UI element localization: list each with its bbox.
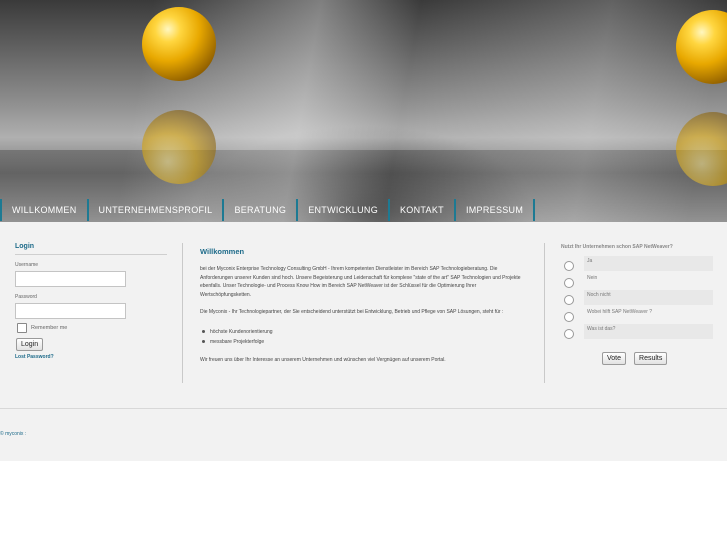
header-banner: WILLKOMMEN UNTERNEHMENSPROFIL BERATUNG E…: [0, 0, 727, 222]
partner-paragraph: Die Myconix - Ihr Technologiepartner, de…: [200, 309, 504, 315]
page-title: Willkommen: [200, 247, 245, 256]
main-nav: WILLKOMMEN UNTERNEHMENSPROFIL BERATUNG E…: [0, 199, 536, 221]
poll-radio[interactable]: [564, 261, 574, 271]
login-button[interactable]: Login: [16, 338, 44, 351]
gold-sphere-left-reflection: [142, 110, 216, 184]
vote-button[interactable]: Vote: [602, 352, 627, 365]
poll-question: Nutzt Ihr Unternehmen schon SAP NetWeave…: [561, 244, 673, 250]
main-content: Willkommen bei der Myconix Enterprise Te…: [200, 247, 525, 364]
nav-item-willkommen[interactable]: WILLKOMMEN: [0, 199, 87, 221]
nav-item-entwicklung[interactable]: ENTWICKLUNG: [296, 199, 388, 221]
remember-me-row: Remember me: [15, 323, 167, 333]
remember-me-label: Remember me: [31, 325, 68, 331]
username-label: Username: [15, 262, 39, 268]
poll-radio[interactable]: [564, 329, 574, 339]
remember-me-checkbox[interactable]: [17, 323, 27, 333]
lost-password-link[interactable]: Lost Password?: [15, 354, 167, 360]
column-divider-left: [182, 243, 183, 383]
nav-item-beratung[interactable]: BERATUNG: [222, 199, 296, 221]
poll-option-label: Ja: [584, 256, 713, 271]
poll-option-label: Was ist das?: [584, 324, 713, 339]
closing-paragraph: Wir freuen uns über Ihr Interesse an uns…: [200, 356, 446, 363]
poll-option-label: Noch nicht: [584, 290, 713, 305]
list-item: messbare Projekterfolge: [200, 337, 525, 347]
poll-option[interactable]: Noch nicht: [561, 290, 713, 306]
nav-item-kontakt[interactable]: KONTAKT: [388, 199, 454, 221]
password-label: Password: [15, 294, 37, 300]
nav-item-impressum[interactable]: IMPRESSUM: [453, 199, 536, 221]
nav-item-unternehmensprofil[interactable]: UNTERNEHMENSPROFIL: [86, 199, 223, 221]
login-panel: Login Username Password Remember me Logi…: [15, 243, 167, 360]
gold-sphere-left: [142, 7, 216, 81]
poll-option[interactable]: Wobei hilft SAP NetWeaver ?: [561, 307, 713, 323]
poll-option[interactable]: Ja: [561, 256, 713, 272]
poll-radio[interactable]: [564, 312, 574, 322]
username-input[interactable]: [15, 271, 126, 287]
page: WILLKOMMEN UNTERNEHMENSPROFIL BERATUNG E…: [0, 0, 727, 545]
poll-panel: Nutzt Ihr Unternehmen schon SAP NetWeave…: [561, 244, 713, 365]
footer-copyright: © myconix :: [0, 431, 27, 437]
poll-option-label: Wobei hilft SAP NetWeaver ?: [584, 307, 713, 322]
list-item: höchste Kundenorientierung: [200, 327, 525, 337]
password-input[interactable]: [15, 303, 126, 319]
poll-option[interactable]: Was ist das?: [561, 324, 713, 340]
banner-sheen: [0, 0, 727, 222]
intro-paragraph: bei der Myconix Enterprise Technology Co…: [200, 266, 521, 298]
login-title: Login: [15, 243, 167, 255]
column-divider-right: [544, 243, 545, 383]
benefit-list: höchste Kundenorientierung messbare Proj…: [200, 327, 525, 347]
poll-buttons: Vote Results: [602, 352, 713, 365]
poll-radio[interactable]: [564, 278, 574, 288]
results-button[interactable]: Results: [634, 352, 668, 365]
poll-option[interactable]: Nein: [561, 273, 713, 289]
footer: © myconix :: [0, 409, 727, 461]
poll-option-label: Nein: [584, 273, 713, 288]
poll-radio[interactable]: [564, 295, 574, 305]
